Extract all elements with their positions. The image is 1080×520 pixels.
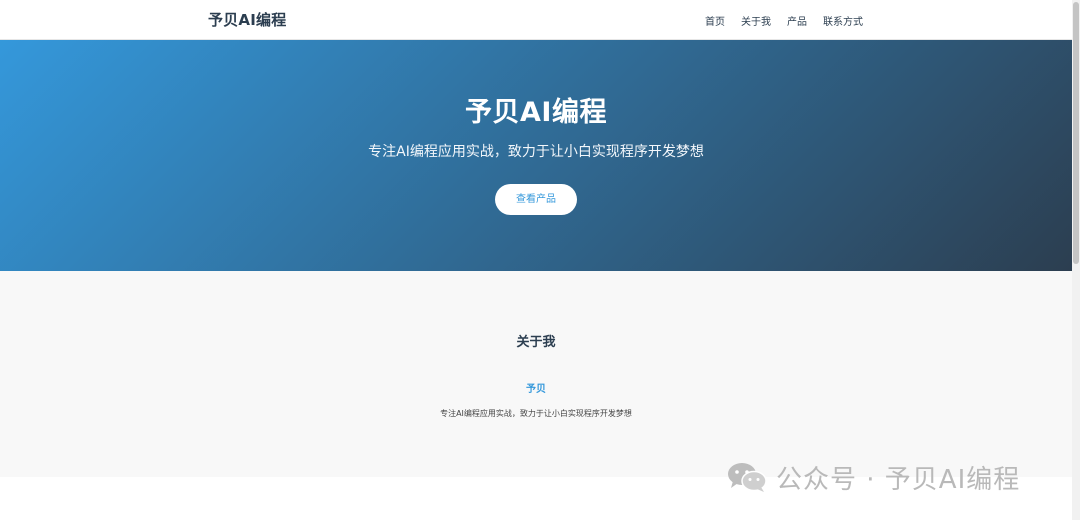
nav-item-products[interactable]: 产品 — [787, 13, 807, 28]
scrollbar[interactable] — [1072, 0, 1080, 520]
site-logo[interactable]: 予贝AI编程 — [208, 9, 286, 30]
about-title: 关于我 — [516, 335, 556, 350]
nav-item-home[interactable]: 首页 — [705, 13, 725, 28]
about-description: 专注AI编程应用实战，致力于让小白实现程序开发梦想 — [440, 409, 632, 418]
nav-item-about[interactable]: 关于我 — [741, 13, 771, 28]
main-nav: 首页 关于我 产品 联系方式 — [705, 13, 863, 28]
site-header: 予贝AI编程 首页 关于我 产品 联系方式 — [0, 0, 1072, 40]
watermark-text: 公众号 · 予贝AI编程 — [776, 464, 1021, 495]
wechat-icon — [728, 463, 767, 492]
hero-section: 予贝AI编程 专注AI编程应用实战，致力于让小白实现程序开发梦想 查看产品 — [0, 40, 1072, 271]
hero-subtitle: 专注AI编程应用实战，致力于让小白实现程序开发梦想 — [368, 144, 704, 160]
about-section: 关于我 予贝 专注AI编程应用实战，致力于让小白实现程序开发梦想 — [0, 271, 1072, 477]
view-products-button[interactable]: 查看产品 — [495, 184, 577, 215]
page: 予贝AI编程 首页 关于我 产品 联系方式 予贝AI编程 专注AI编程应用实战，… — [0, 0, 1072, 520]
nav-item-contact[interactable]: 联系方式 — [823, 13, 863, 28]
watermark: 公众号 · 予贝AI编程 — [726, 460, 1021, 495]
hero-title: 予贝AI编程 — [465, 97, 607, 128]
about-name: 予贝 — [526, 384, 546, 395]
scrollbar-thumb[interactable] — [1073, 2, 1079, 264]
